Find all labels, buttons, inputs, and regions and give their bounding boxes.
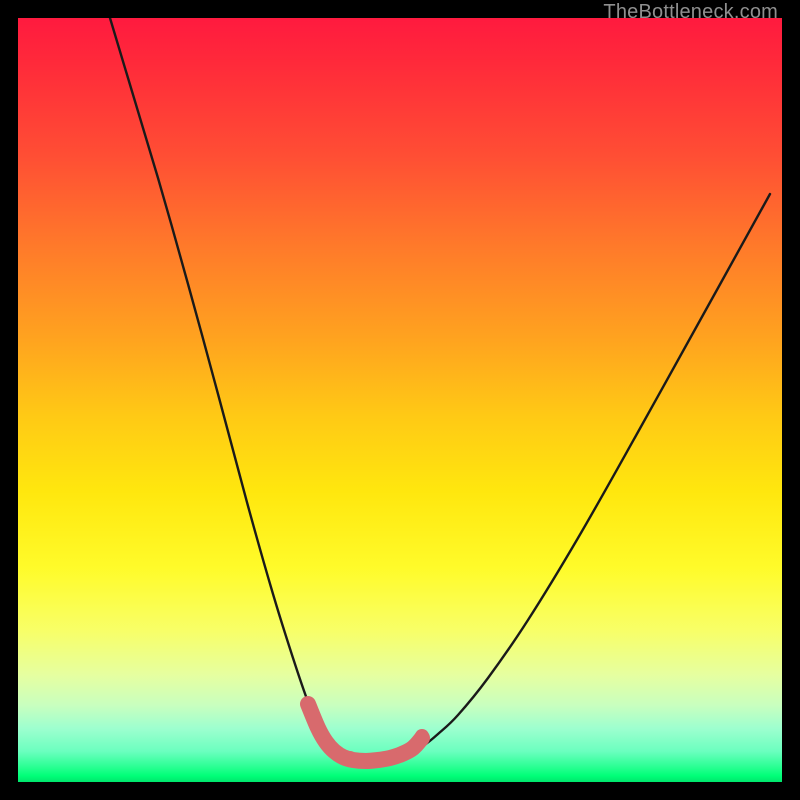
accent-dot <box>357 753 371 767</box>
accent-dot <box>313 725 327 739</box>
accent-dot <box>331 746 345 760</box>
chart-stage: TheBottleneck.com <box>0 0 800 800</box>
plot-area <box>18 18 782 782</box>
curve-layer <box>18 18 782 782</box>
accent-dot <box>305 705 319 719</box>
accent-dot <box>385 751 399 765</box>
accent-dot <box>415 729 429 743</box>
accent-dot <box>371 753 385 767</box>
accent-dot <box>343 751 357 765</box>
bottleneck-curve-path <box>110 18 770 761</box>
